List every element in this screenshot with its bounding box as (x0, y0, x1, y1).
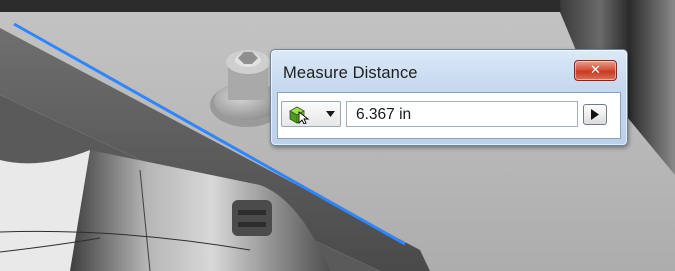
distance-value-field[interactable]: 6.367 in (346, 101, 578, 127)
measure-panel: 6.367 in (277, 92, 621, 139)
dialog-title: Measure Distance (283, 64, 418, 82)
selection-mode-dropdown[interactable] (281, 101, 341, 127)
measure-distance-dialog[interactable]: Measure Distance ✕ 6.367 in (270, 49, 628, 146)
close-button[interactable]: ✕ (574, 60, 617, 81)
select-cube-icon (289, 106, 309, 124)
triangle-right-icon (591, 109, 599, 120)
chevron-down-icon (326, 111, 335, 117)
distance-value: 6.367 in (356, 106, 412, 123)
expand-options-button[interactable] (583, 104, 607, 125)
